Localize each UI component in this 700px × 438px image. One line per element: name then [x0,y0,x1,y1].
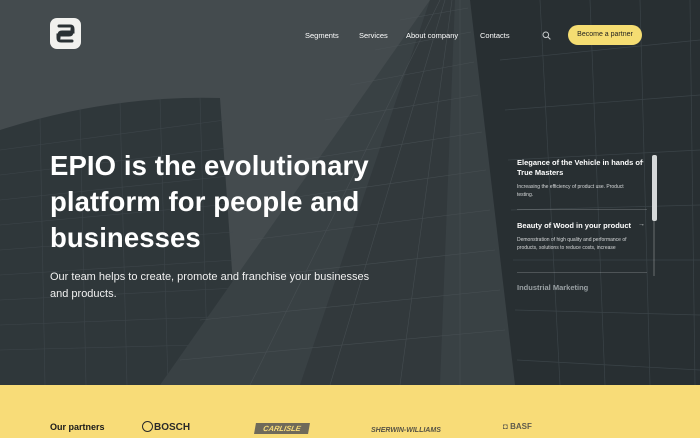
card-text: Demonstration of high quality and perfor… [517,237,627,251]
partner-logo-sherwin-williams[interactable]: SHERWIN-WILLIAMS [371,427,441,434]
search-icon[interactable] [542,31,551,40]
card-divider [517,209,647,210]
segment-card-wood[interactable]: Beauty of Wood in your product Demonstra… [517,221,647,252]
partner-logo-bosch[interactable]: BOSCH [142,421,190,433]
arrow-right-icon: → [638,221,645,228]
hero-subtitle: Our team helps to create, promote and fr… [50,271,370,300]
card-text: Increasing the efficiency of product use… [517,184,624,198]
card-title: Industrial Marketing [517,283,589,292]
partners-section: Our partners BOSCH CARLISLE SHERWIN-WILL… [0,385,700,438]
bosch-ring-icon [142,421,153,432]
cards-scrollbar-thumb[interactable] [652,155,657,221]
become-partner-button[interactable]: Become a partner [568,25,642,45]
hero-section: Segments Services About company Contacts… [0,0,700,385]
partners-title: Our partners [50,422,105,432]
partner-logo-carlisle[interactable]: CARLISLE [254,423,310,434]
hero-headline: EPIO is the evolutionary platform for pe… [50,148,390,256]
arrow-right-icon: → [638,158,645,165]
segment-card-vehicle[interactable]: Elegance of the Vehicle in hands of True… [517,158,647,199]
nav-services[interactable]: Services [359,31,388,43]
epio-logo-icon [56,24,75,43]
nav-segments[interactable]: Segments [305,31,339,43]
partner-logo-basf[interactable]: ◘ BASF [503,422,532,431]
headline-line-2: platform for people and [50,186,360,217]
nav-contacts[interactable]: Contacts [480,31,510,43]
card-title: Beauty of Wood in your product [517,221,632,230]
card-title: Elegance of the Vehicle in hands of True… [517,158,643,177]
headline-line-1: EPIO is the evolutionary [50,150,369,181]
nav-about-company[interactable]: About company [406,31,458,43]
bosch-wordmark: BOSCH [154,422,191,433]
epio-logo[interactable] [50,18,81,49]
segment-card-industrial[interactable]: Industrial Marketing [517,283,647,293]
headline-line-3: businesses [50,222,201,253]
basf-wordmark: BASF [510,422,532,431]
basf-square-icon: ◘ [503,422,511,431]
card-divider [517,272,647,273]
